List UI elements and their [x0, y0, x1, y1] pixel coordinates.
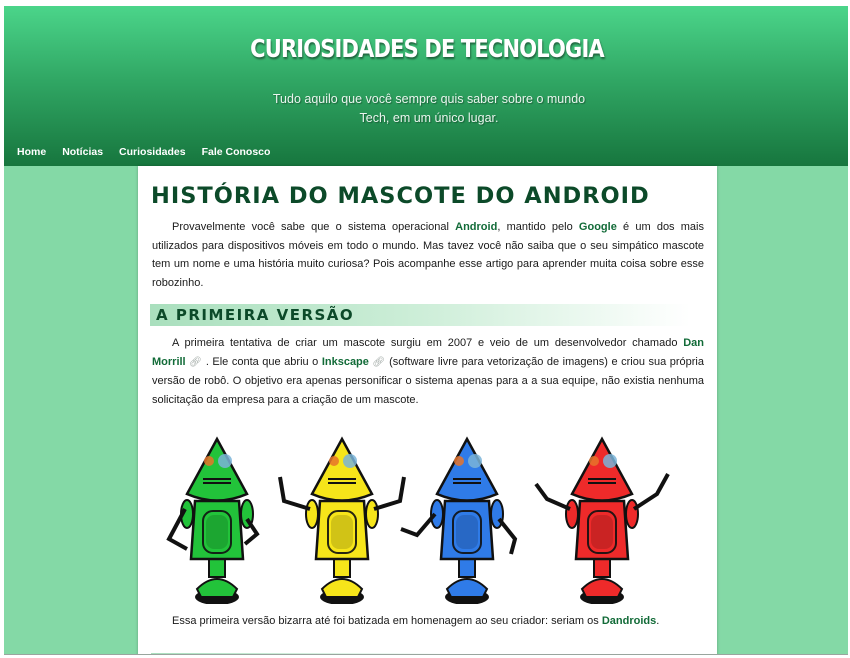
- site-title: CURIOSIDADES DE TECNOLOGIA: [250, 34, 605, 63]
- browser-viewport: CURIOSIDADES DE TECNOLOGIA Tudo aquilo q…: [4, 6, 848, 655]
- article-container: História do mascote do Android Provavelm…: [138, 166, 717, 654]
- google-link[interactable]: Google: [579, 221, 617, 233]
- android-link[interactable]: Android: [455, 221, 497, 233]
- nav-item-fale-conosco[interactable]: Fale Conosco: [202, 146, 271, 158]
- section-text-1: A primeira tentativa de criar um mascote…: [172, 337, 684, 349]
- inkscape-link[interactable]: Inkscape: [322, 356, 369, 368]
- external-link-icon: 🔗︎: [188, 356, 203, 368]
- nav-item-curiosidades[interactable]: Curiosidades: [119, 146, 186, 158]
- section-title: A primeira versão: [156, 306, 355, 324]
- dandroids-link[interactable]: Dandroids: [602, 615, 656, 627]
- site-tagline: Tudo aquilo que você sempre quis saber s…: [4, 90, 848, 128]
- green-robot: [166, 437, 260, 604]
- closing-paragraph: Essa primeira versão bizarra até foi bat…: [152, 612, 704, 631]
- section-paragraph: A primeira tentativa de criar um mascote…: [152, 334, 704, 409]
- section-text-2: . Ele conta que abriu o: [202, 355, 322, 368]
- dandroid-robots-image: [166, 437, 670, 604]
- intro-paragraph: Provavelmente você sabe que o sistema op…: [152, 218, 704, 292]
- blue-robot: [400, 437, 518, 604]
- tagline-line-2: Tech, em um único lugar.: [359, 111, 499, 125]
- red-robot: [534, 437, 670, 604]
- intro-text-1: Provavelmente você sabe que o sistema op…: [172, 221, 456, 233]
- external-link-icon: 🔗︎: [371, 356, 386, 368]
- intro-text-2: , mantido pelo: [497, 221, 579, 233]
- section-heading: A primeira versão: [150, 304, 690, 326]
- closing-text-1: Essa primeira versão bizarra até foi bat…: [172, 615, 602, 627]
- tagline-line-1: Tudo aquilo que você sempre quis saber s…: [272, 92, 586, 106]
- closing-text-2: .: [656, 615, 660, 627]
- site-header: CURIOSIDADES DE TECNOLOGIA Tudo aquilo q…: [4, 6, 848, 166]
- next-section-heading-edge: [151, 653, 451, 654]
- nav-item-home[interactable]: Home: [17, 146, 46, 158]
- yellow-robot: [278, 437, 406, 604]
- article-title: História do mascote do Android: [151, 183, 650, 209]
- main-nav: Home Notícias Curiosidades Fale Conosco: [4, 138, 848, 166]
- nav-item-noticias[interactable]: Notícias: [62, 146, 103, 158]
